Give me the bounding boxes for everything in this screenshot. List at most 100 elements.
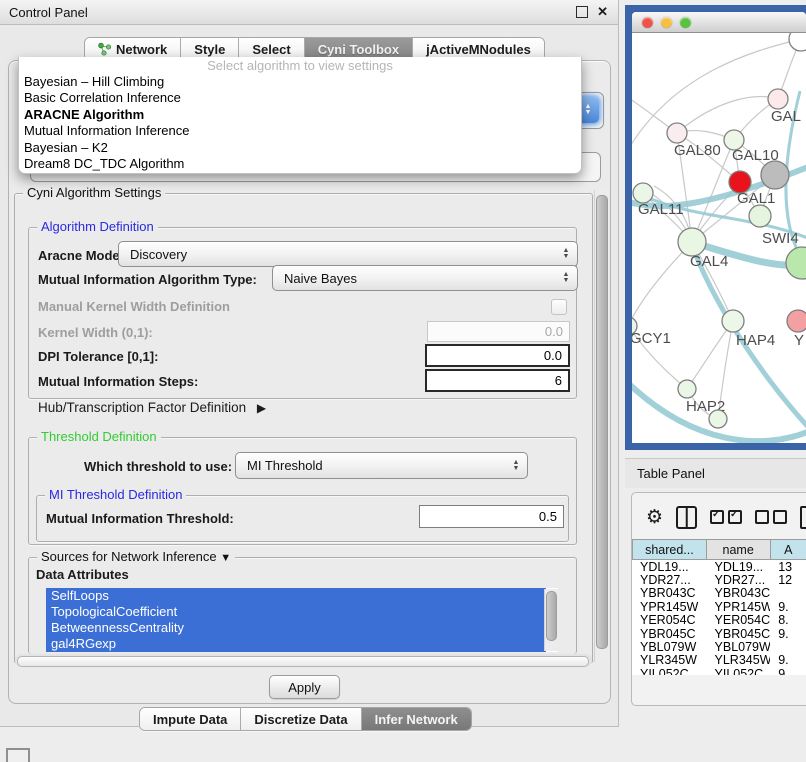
network-edge[interactable] (677, 97, 778, 133)
table-cell-name[interactable]: YPR145W (707, 600, 771, 614)
network-node-gal11[interactable] (633, 183, 653, 203)
network-window-titlebar[interactable] (632, 12, 806, 33)
chevron-down-icon[interactable]: ▼ (220, 552, 231, 564)
table-cell-third[interactable]: 9. (770, 653, 806, 667)
network-node-gal[interactable] (768, 89, 788, 109)
tab-infer-network[interactable]: Infer Network (362, 708, 471, 730)
algorithm-option[interactable]: ARACNE Algorithm (19, 107, 581, 123)
network-node-hap2[interactable] (678, 380, 696, 398)
table-row[interactable]: YIL052CYIL052C9 (632, 667, 806, 675)
column-header-shared-[interactable]: shared... (632, 539, 707, 560)
settings-horizontal-scrollbar[interactable] (15, 654, 592, 667)
data-attributes-list[interactable]: SelfLoopsTopologicalCoefficientBetweenne… (46, 588, 558, 652)
table-cell-third[interactable]: 12 (770, 573, 806, 587)
table-cell-name[interactable]: YBR043C (707, 586, 771, 600)
network-node-gal80[interactable] (667, 123, 687, 143)
mi-algorithm-type-combo[interactable]: Naive Bayes ▲▼ (272, 265, 578, 291)
table-cell-shared[interactable]: YPR145W (632, 600, 707, 614)
network-node[interactable] (786, 247, 806, 279)
table-cell-name[interactable]: YBR045C (707, 627, 771, 641)
table-row[interactable]: YLR345WYLR345W9. (632, 654, 806, 667)
table-row[interactable]: YPR145WYPR145W9. (632, 600, 806, 613)
float-window-icon[interactable] (576, 6, 588, 18)
settings-vertical-scrollbar[interactable] (594, 190, 609, 662)
table-cell-name[interactable]: YER054C (707, 613, 771, 627)
table-cell-shared[interactable]: YBL079W (632, 640, 707, 654)
algorithm-option[interactable]: Bayesian – Hill Climbing (19, 74, 581, 90)
network-edge[interactable] (632, 242, 692, 326)
table-cell-third[interactable]: 13 (770, 560, 806, 574)
algorithm-option[interactable]: Bayesian – K2 (19, 140, 581, 156)
table-cell-third[interactable]: 8. (770, 613, 806, 627)
network-node[interactable] (761, 161, 789, 189)
settings-hscrollbar-thumb[interactable] (17, 656, 589, 667)
network-node[interactable] (709, 410, 727, 428)
tab-discretize-data[interactable]: Discretize Data (241, 708, 361, 730)
docked-panel-icon[interactable] (6, 748, 30, 762)
attributes-scrollbar-thumb[interactable] (546, 591, 557, 641)
table-row[interactable]: YBL079WYBL079W (632, 640, 806, 653)
attribute-list-item[interactable]: BetweennessCentrality (46, 620, 546, 636)
attribute-list-item[interactable]: TopologicalCoefficient (46, 604, 546, 620)
table-cell-name[interactable]: YDL19... (707, 560, 771, 574)
table-cell-shared[interactable]: YLR345W (632, 653, 707, 667)
table-cell-shared[interactable]: YBR043C (632, 586, 707, 600)
split-columns-icon[interactable] (676, 506, 697, 529)
settings-scrollbar-thumb[interactable] (596, 195, 608, 649)
network-edge[interactable] (687, 321, 733, 389)
hub-definition-toggle[interactable]: Hub/Transcription Factor Definition ▶ (38, 400, 266, 415)
algorithm-option[interactable]: Dream8 DC_TDC Algorithm (19, 156, 581, 172)
hide-columns-icon[interactable] (755, 510, 787, 524)
table-cell-shared[interactable]: YDR27... (632, 573, 707, 587)
close-icon[interactable]: ✕ (597, 7, 608, 17)
table-cell-third[interactable]: 9 (770, 667, 806, 675)
tab-impute-data[interactable]: Impute Data (140, 708, 241, 730)
table-cell-shared[interactable]: YER054C (632, 613, 707, 627)
tab-label: Infer Network (375, 712, 458, 727)
gear-icon[interactable]: ⚙ (646, 508, 663, 527)
which-threshold-combo[interactable]: MI Threshold ▲▼ (235, 452, 528, 479)
network-node-swi4[interactable] (749, 205, 771, 227)
column-header-a[interactable]: A (771, 539, 806, 560)
attribute-list-item[interactable]: gal4RGexp (46, 636, 546, 652)
dpi-tolerance-input[interactable]: 0.0 (425, 344, 570, 367)
table-row[interactable]: YBR043CYBR043C (632, 587, 806, 600)
table-cell-name[interactable]: YBL079W (707, 640, 771, 654)
zoom-traffic-light-icon[interactable] (680, 17, 691, 28)
mi-steps-input[interactable]: 6 (425, 369, 570, 392)
network-node-gal4[interactable] (678, 228, 706, 256)
manual-kernel-width-checkbox[interactable] (551, 299, 567, 315)
mi-threshold-input[interactable]: 0.5 (419, 505, 564, 528)
minimize-traffic-light-icon[interactable] (661, 17, 672, 28)
table-cell-name[interactable]: YDR27... (707, 573, 771, 587)
export-table-icon[interactable] (800, 506, 806, 529)
network-node-label: Y (794, 332, 804, 349)
apply-button[interactable]: Apply (269, 675, 340, 699)
network-canvas[interactable]: GALGAL80GAL10GAL1GAL11SWI4GAL4GCY1HAP4YH… (632, 33, 806, 443)
table-cell-third[interactable]: 9. (770, 600, 806, 614)
network-graph[interactable]: GALGAL80GAL10GAL1GAL11SWI4GAL4GCY1HAP4YH… (632, 33, 806, 443)
table-row[interactable]: YDL19...YDL19...13 (632, 560, 806, 573)
attribute-list-item[interactable]: SelfLoops (46, 588, 546, 604)
show-selected-columns-icon[interactable] (710, 510, 742, 524)
table-cell-shared[interactable]: YDL19... (632, 560, 707, 574)
aracne-mode-combo[interactable]: Discovery ▲▼ (118, 241, 578, 267)
table-cell-name[interactable]: YLR345W (707, 653, 771, 667)
table-cell-shared[interactable]: YIL052C (632, 667, 707, 675)
table-cell-third[interactable]: 9. (770, 627, 806, 641)
table-row[interactable]: YBR045CYBR045C9. (632, 627, 806, 640)
table-cell-name[interactable]: YIL052C (707, 667, 771, 675)
chevron-right-icon[interactable]: ▶ (257, 401, 266, 415)
close-traffic-light-icon[interactable] (642, 17, 653, 28)
table-row[interactable]: YDR27...YDR27...12 (632, 573, 806, 586)
table-row[interactable]: YER054CYER054C8. (632, 614, 806, 627)
kernel-width-input[interactable]: 0.0 (427, 321, 570, 342)
algorithm-option[interactable]: Mutual Information Inference (19, 123, 581, 139)
network-node-y[interactable] (787, 310, 806, 332)
network-node[interactable] (789, 33, 806, 51)
attributes-list-scrollbar[interactable] (544, 589, 558, 651)
table-cell-shared[interactable]: YBR045C (632, 627, 707, 641)
network-node-hap4[interactable] (722, 310, 744, 332)
column-header-name[interactable]: name (707, 539, 771, 560)
algorithm-option[interactable]: Basic Correlation Inference (19, 90, 581, 106)
